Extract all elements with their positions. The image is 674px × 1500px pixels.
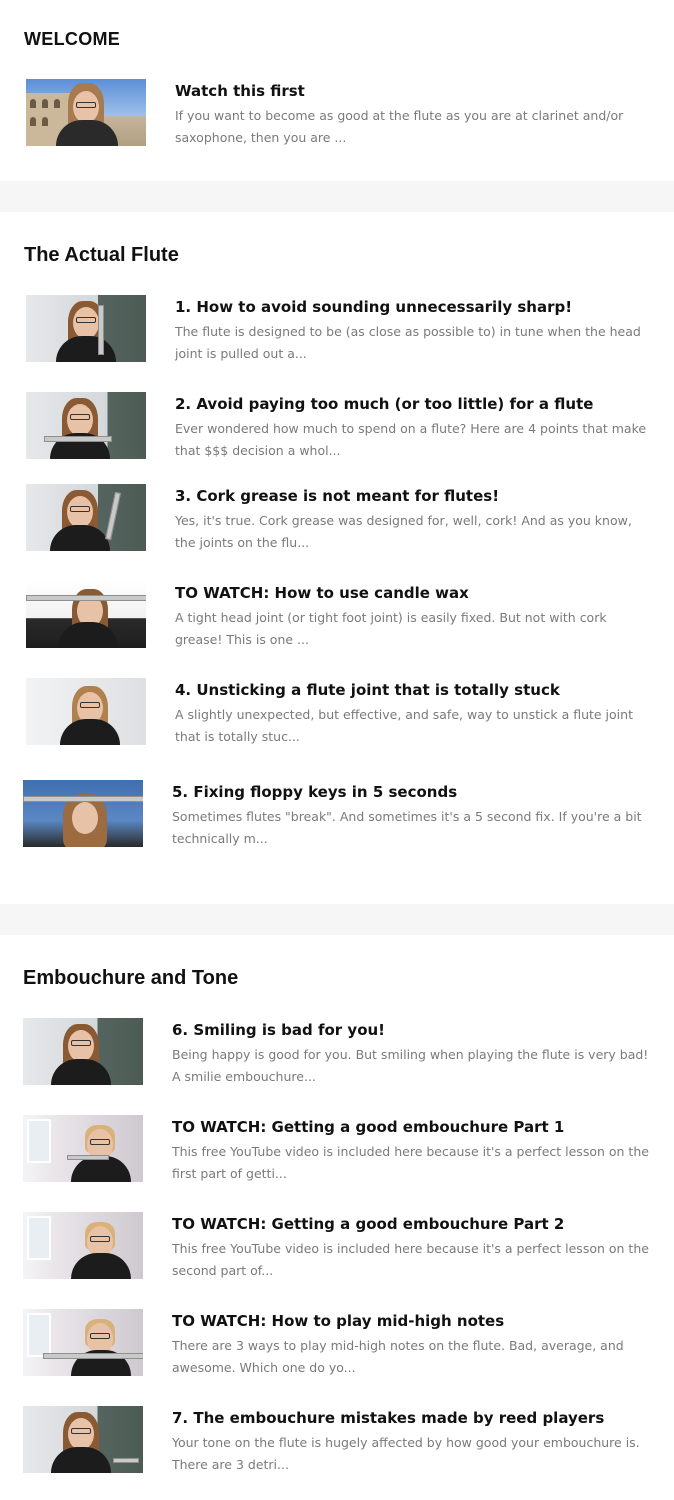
lesson-description: A tight head joint (or tight foot joint)…: [175, 610, 607, 647]
lesson-description: If you want to become as good at the flu…: [175, 108, 624, 145]
lesson-title[interactable]: 4. Unsticking a flute joint that is tota…: [175, 678, 650, 703]
lesson-thumbnail[interactable]: [26, 392, 146, 459]
lesson-item[interactable]: TO WATCH: Getting a good embouchure Part…: [21, 1212, 650, 1282]
lesson-item[interactable]: TO WATCH: Getting a good embouchure Part…: [21, 1115, 650, 1185]
lesson-description: Your tone on the flute is hugely affecte…: [172, 1435, 640, 1472]
lesson-thumbnail[interactable]: [26, 484, 146, 551]
lesson-thumbnail[interactable]: [23, 1309, 143, 1376]
lesson-title[interactable]: TO WATCH: Getting a good embouchure Part…: [172, 1115, 650, 1140]
section-embouchure-and-tone: Embouchure and Tone 6. Smiling is bad fo…: [0, 935, 674, 1500]
lesson-title[interactable]: TO WATCH: Getting a good embouchure Part…: [172, 1212, 650, 1237]
lesson-item[interactable]: 1. How to avoid sounding unnecessarily s…: [24, 295, 650, 365]
lesson-item[interactable]: 3. Cork grease is not meant for flutes! …: [24, 484, 650, 554]
lesson-title[interactable]: 7. The embouchure mistakes made by reed …: [172, 1406, 650, 1431]
lesson-item[interactable]: 5. Fixing floppy keys in 5 seconds Somet…: [21, 780, 650, 850]
lesson-item[interactable]: 2. Avoid paying too much (or too little)…: [24, 392, 650, 462]
lesson-thumbnail[interactable]: [23, 1406, 143, 1473]
section-title: WELCOME: [24, 29, 121, 49]
lesson-item[interactable]: TO WATCH: How to play mid-high notes The…: [21, 1309, 650, 1379]
lesson-thumbnail[interactable]: [23, 780, 143, 847]
section-the-actual-flute: The Actual Flute 1. How to avoid soundin…: [0, 212, 674, 904]
lesson-description: Sometimes flutes "break". And sometimes …: [172, 809, 642, 846]
lesson-title[interactable]: Watch this first: [175, 79, 650, 104]
lesson-description: The flute is designed to be (as close as…: [175, 324, 641, 361]
lesson-thumbnail[interactable]: [26, 79, 146, 146]
lesson-description: This free YouTube video is included here…: [172, 1144, 649, 1181]
lesson-thumbnail[interactable]: [23, 1018, 143, 1085]
section-welcome: WELCOME Watch this first If you want to …: [0, 0, 674, 181]
lesson-description: There are 3 ways to play mid-high notes …: [172, 1338, 624, 1375]
lesson-thumbnail[interactable]: [26, 295, 146, 362]
lesson-title[interactable]: TO WATCH: How to play mid-high notes: [172, 1309, 650, 1334]
section-title: Embouchure and Tone: [23, 967, 239, 989]
lesson-title[interactable]: 3. Cork grease is not meant for flutes!: [175, 484, 650, 509]
lesson-thumbnail[interactable]: [26, 678, 146, 745]
lesson-title[interactable]: 5. Fixing floppy keys in 5 seconds: [172, 780, 650, 805]
section-divider: [0, 904, 674, 935]
lesson-description: Yes, it's true. Cork grease was designed…: [175, 513, 632, 550]
lesson-description: Being happy is good for you. But smiling…: [172, 1047, 649, 1084]
lesson-item[interactable]: 6. Smiling is bad for you! Being happy i…: [21, 1018, 650, 1088]
lesson-item[interactable]: 7. The embouchure mistakes made by reed …: [21, 1406, 650, 1476]
lesson-item[interactable]: TO WATCH: How to use candle wax A tight …: [24, 581, 650, 651]
lesson-title[interactable]: 1. How to avoid sounding unnecessarily s…: [175, 295, 650, 320]
lesson-title[interactable]: TO WATCH: How to use candle wax: [175, 581, 650, 606]
lesson-item[interactable]: 4. Unsticking a flute joint that is tota…: [24, 678, 650, 748]
lesson-description: Ever wondered how much to spend on a flu…: [175, 421, 647, 458]
lesson-title[interactable]: 2. Avoid paying too much (or too little)…: [175, 392, 650, 417]
lesson-title[interactable]: 6. Smiling is bad for you!: [172, 1018, 650, 1043]
section-divider: [0, 181, 674, 212]
lesson-thumbnail[interactable]: [23, 1115, 143, 1182]
lesson-description: A slightly unexpected, but effective, an…: [175, 707, 633, 744]
lesson-thumbnail[interactable]: [26, 581, 146, 648]
lesson-thumbnail[interactable]: [23, 1212, 143, 1279]
section-title: The Actual Flute: [24, 244, 179, 266]
lesson-description: This free YouTube video is included here…: [172, 1241, 649, 1278]
lesson-item[interactable]: Watch this first If you want to become a…: [24, 79, 650, 149]
